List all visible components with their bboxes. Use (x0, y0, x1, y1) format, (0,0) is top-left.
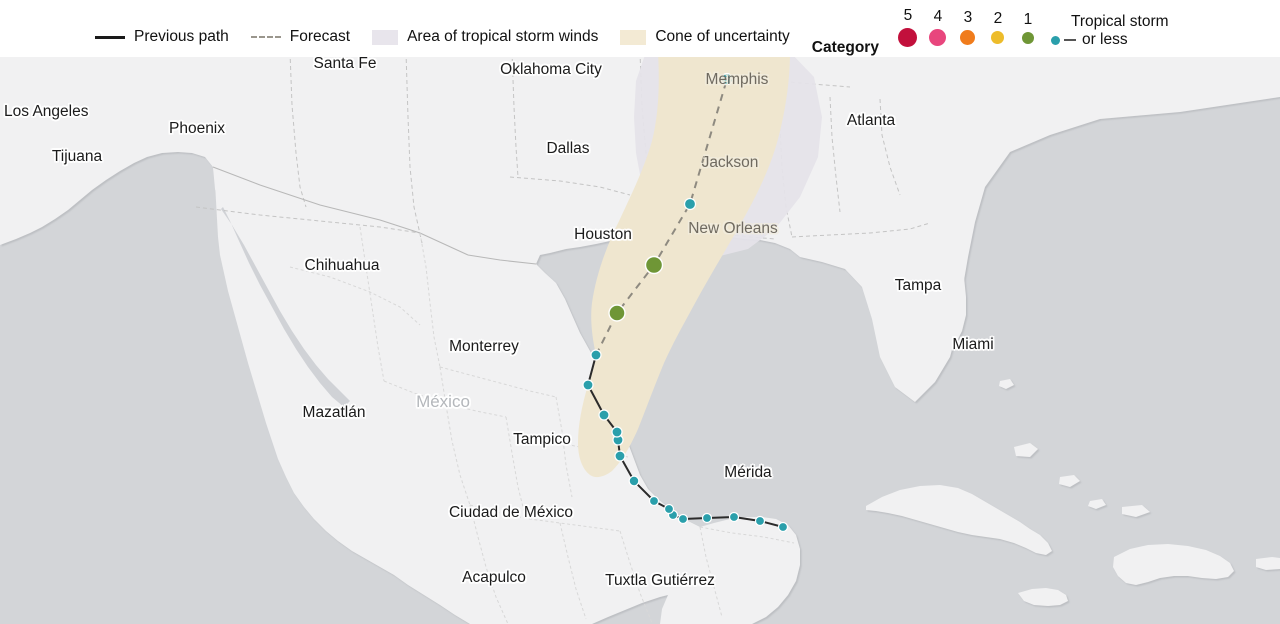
category-1-dot-icon (1021, 32, 1034, 44)
track-point-ts (701, 512, 713, 524)
category-3-dot-icon (960, 30, 976, 45)
tropical-storm-or-less-label: or less (1081, 31, 1128, 48)
track-point-ts (777, 521, 789, 533)
track-point-ts (598, 409, 610, 421)
hurricane-map-page: Previous path Forecast Area of tropical … (0, 0, 1280, 624)
track-point-ts (683, 197, 697, 211)
legend-category-title: Category (811, 39, 879, 56)
tropical-storm-winds-swatch-icon (372, 29, 399, 45)
category-3: 3 (953, 9, 983, 47)
track-point-cat1 (608, 304, 626, 322)
legend-item-tropical-storm-winds: Area of tropical storm winds (372, 17, 598, 57)
legend-item-forecast: Forecast (250, 17, 351, 57)
category-scale: 5 4 3 2 1 (893, 7, 1043, 47)
track-point-ts (614, 450, 626, 462)
map-legend: Previous path Forecast Area of tropical … (0, 0, 1280, 57)
map-geometry (0, 57, 1280, 624)
category-1: 1 (1013, 11, 1043, 47)
map-canvas[interactable]: Santa Fe Oklahoma City Memphis Los Angel… (0, 57, 1280, 624)
category-2: 2 (983, 10, 1013, 47)
track-point-ts (728, 511, 740, 523)
track-point-ts (663, 503, 675, 515)
track-point-ts (720, 72, 734, 86)
legend-label-cone-of-uncertainty: Cone of uncertainty (655, 28, 790, 45)
category-1-number: 1 (1023, 11, 1033, 28)
legend-label-forecast: Forecast (289, 28, 351, 45)
puerto-rico-land (1256, 557, 1280, 570)
category-2-number: 2 (993, 10, 1003, 27)
category-4-number: 4 (933, 8, 943, 25)
track-point-ts (648, 495, 660, 507)
category-5-dot-icon (898, 28, 918, 47)
track-point-ts (754, 515, 766, 527)
legend-label-previous-path: Previous path (134, 28, 229, 45)
track-point-ts (628, 475, 640, 487)
category-4: 4 (923, 8, 953, 47)
legend-item-cone-of-uncertainty: Cone of uncertainty (620, 17, 790, 57)
track-point-ts (582, 379, 594, 391)
track-point-ts (590, 349, 602, 361)
legend-label-tropical-storm-winds: Area of tropical storm winds (407, 28, 599, 45)
category-5: 5 (893, 7, 923, 47)
cone-of-uncertainty-swatch-icon (620, 29, 647, 45)
tropical-storm-dash-icon (1063, 39, 1076, 41)
tropical-storm-dot-icon (1050, 35, 1060, 45)
tropical-storm-title: Tropical storm (1070, 13, 1169, 30)
track-point-ts (611, 426, 623, 438)
track-point-ts (677, 513, 689, 525)
track-point-cat1 (644, 255, 664, 275)
category-3-number: 3 (963, 9, 973, 26)
legend-item-previous-path: Previous path (95, 17, 229, 57)
forecast-line-icon (250, 36, 281, 38)
category-5-number: 5 (903, 7, 913, 24)
category-2-dot-icon (991, 31, 1005, 44)
category-4-dot-icon (929, 29, 947, 46)
legend-item-tropical-storm: Tropical storm or less (1049, 13, 1169, 49)
previous-path-line-icon (95, 35, 125, 39)
